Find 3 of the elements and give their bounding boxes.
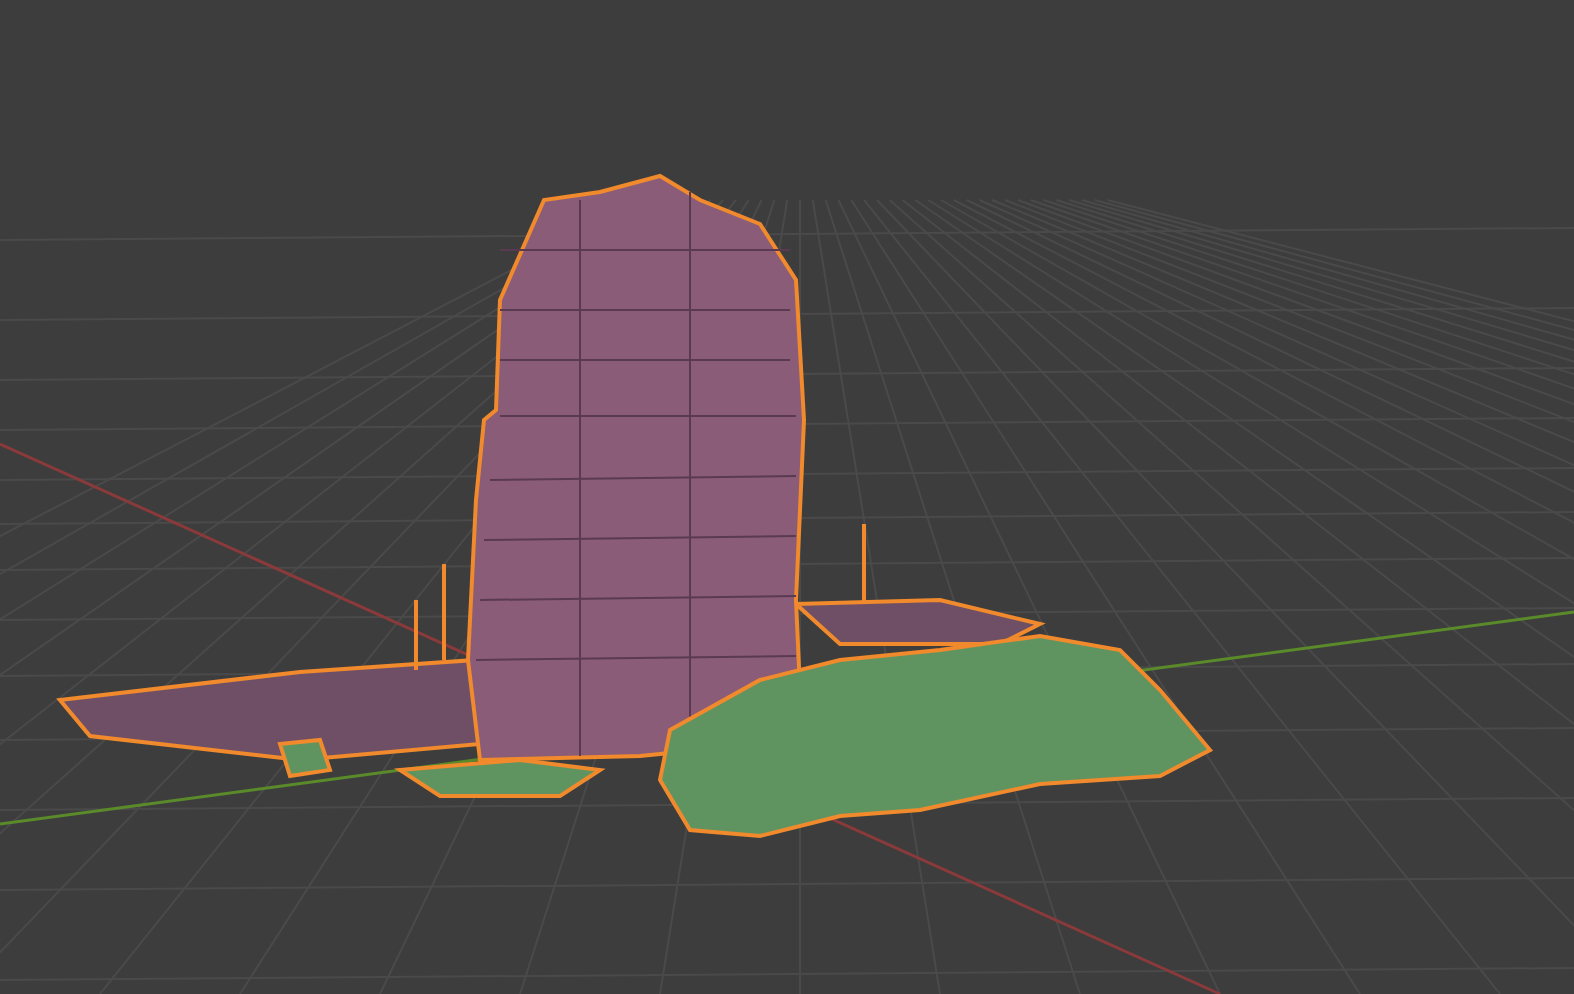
rubble-debris-drawing[interactable] [277,633,1214,839]
ruined-tower-drawing[interactable] [466,173,806,763]
ground-slab-drawing[interactable] [56,524,1046,762]
